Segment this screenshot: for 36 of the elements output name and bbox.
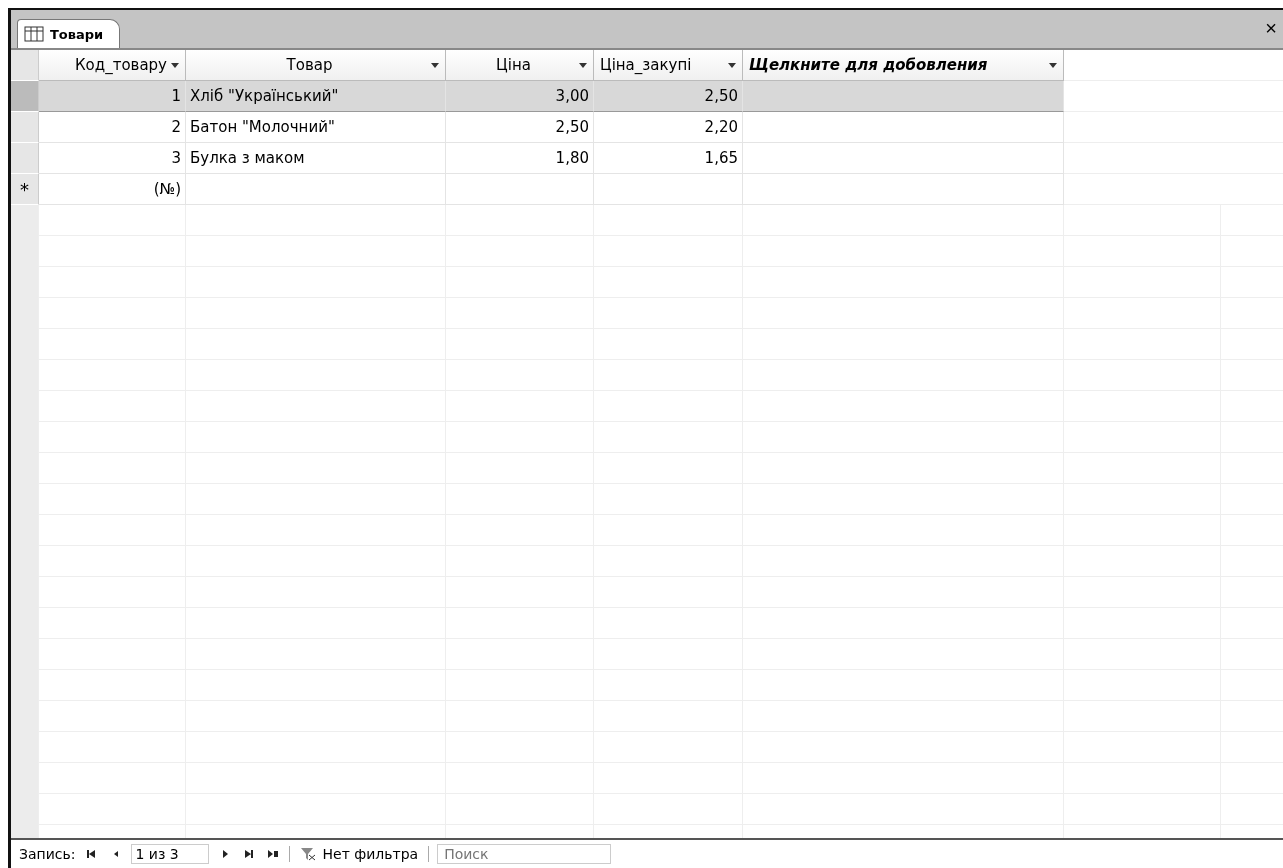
table-cell: 1,65 <box>594 143 743 174</box>
column-header[interactable]: Код_товару <box>39 50 186 81</box>
dropdown-caret-icon[interactable] <box>431 62 439 68</box>
last-icon <box>243 848 256 860</box>
new-record-marker: * <box>20 178 29 200</box>
dropdown-caret-icon[interactable] <box>579 62 587 68</box>
dropdown-caret-icon[interactable] <box>728 62 736 68</box>
table-cell: 2,50 <box>446 112 594 143</box>
table-cell: Хліб "Український" <box>186 81 446 112</box>
dropdown-caret-icon[interactable] <box>1049 62 1057 68</box>
filter-icon <box>300 847 317 861</box>
table-cell: 1,80 <box>446 143 594 174</box>
dropdown-caret-icon[interactable] <box>171 62 179 68</box>
column-header[interactable]: Щелкните для добовления <box>743 50 1064 81</box>
close-button[interactable]: × <box>1263 17 1279 40</box>
table-icon <box>24 26 44 42</box>
table-cell: 3,00 <box>446 81 594 112</box>
record-position-field[interactable]: 1 из 3 <box>131 844 210 864</box>
record-label: Запись: <box>19 846 76 862</box>
filter-button[interactable]: Нет фильтра <box>289 846 430 862</box>
table-cell: 2,50 <box>594 81 743 112</box>
table-cell: (№) <box>39 174 186 205</box>
table-cell: 2,20 <box>594 112 743 143</box>
column-header[interactable]: Товар <box>186 50 446 81</box>
record-selector[interactable]: * <box>11 174 39 205</box>
new-record-icon <box>267 848 280 860</box>
table-cell: 3 <box>39 143 186 174</box>
table-cell: Батон "Молочний" <box>186 112 446 143</box>
column-header[interactable]: Ціна_закупі <box>594 50 743 81</box>
table-tab[interactable]: Товари <box>17 19 121 48</box>
column-header[interactable]: Ціна <box>446 50 594 81</box>
first-icon <box>85 848 98 860</box>
table-cell: Булка з маком <box>186 143 446 174</box>
table-cell: 2 <box>39 112 186 143</box>
table-cell: 1 <box>39 81 186 112</box>
search-field[interactable]: Поиск <box>437 844 612 864</box>
